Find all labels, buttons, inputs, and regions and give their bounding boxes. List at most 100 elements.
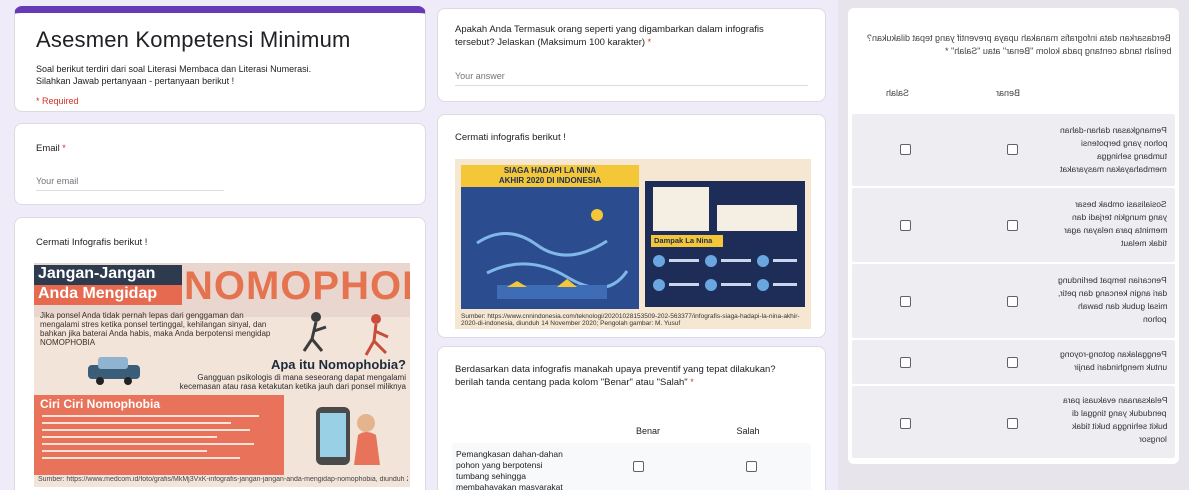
infografis-lanina-card: Cermati infografis berikut ! SIAGA HADAP… <box>437 114 826 338</box>
lanina-infographic-image: SIAGA HADAPI LA NINA AKHIR 2020 DI INDON… <box>455 159 811 329</box>
mirrored-row-4-salah-checkbox[interactable] <box>900 357 911 368</box>
preventive-grid-card: Berdasarkan data infografis manakah upay… <box>437 346 826 490</box>
mirrored-grid-row-4: Penggalakan gotong-royong untuk menghind… <box>852 340 1175 384</box>
infographic-section-heading: Apa itu Nomophobia? <box>270 357 406 372</box>
mirrored-row-4-benar-checkbox[interactable] <box>1007 357 1018 368</box>
mirrored-grid-panel: Berdasarkan data infografis manakah upay… <box>838 0 1189 490</box>
form-column-middle: Apakah Anda Termasuk orang seperti yang … <box>437 0 826 490</box>
infographic-ciri-heading: Ciri Ciri Nomophobia <box>40 397 160 411</box>
row-label-line: penduduk yang tinggal di <box>1072 408 1167 418</box>
mirrored-row-2-benar-checkbox[interactable] <box>1007 220 1018 231</box>
mirrored-grid-row-2: Sosialisasi ombak besar yang mungkin ter… <box>852 188 1175 262</box>
required-asterisk: * <box>59 143 66 153</box>
grid-row-1-salah-checkbox[interactable] <box>746 461 757 472</box>
grid-question-title: Berdasarkan data infografis manakah upay… <box>455 363 805 389</box>
grid-row-1-benar-checkbox[interactable] <box>633 461 644 472</box>
mirrored-row-1-label: Pemangkasan dahan-dahan pohon yang berpo… <box>1060 124 1167 176</box>
row-label-line: Pemangkasan dahan-dahan <box>1060 125 1167 135</box>
lanina-dampak-title: Dampak La Nina <box>654 236 713 245</box>
row-label-line: tidak melaut <box>1121 238 1167 248</box>
row-label-line: longsor <box>1139 434 1167 444</box>
mirrored-row-1-salah-checkbox[interactable] <box>900 144 911 155</box>
mirrored-grid-row-3: Pencarian tempat berlindung dari angin k… <box>852 264 1175 338</box>
mirrored-row-2-label: Sosialisasi ombak besar yang mungkin ter… <box>1064 198 1167 250</box>
email-field[interactable]: Your email <box>36 176 224 191</box>
row-label-line: membahayakan masyarakat <box>1060 164 1167 174</box>
lanina-date-box-2 <box>717 205 797 231</box>
row-label-line: pohon yang berpotensi <box>1080 138 1168 148</box>
person-question-text: Apakah Anda Termasuk orang seperti yang … <box>455 24 764 48</box>
infografis2-prompt: Cermati infografis berikut ! <box>455 132 566 143</box>
row-label-line: Penggalakan gotong-royong <box>1060 349 1167 359</box>
form-column-left: Asesmen Kompetensi Minimum Soal berikut … <box>14 0 426 490</box>
grid-row-1-label: Pemangkasan dahan-dahan pohon yang berpo… <box>456 449 563 490</box>
grid-column-salah: Salah <box>736 426 760 436</box>
nomophobia-infographic-image: Jangan-Jangan Anda Mengidap NOMOPHOBIA J… <box>34 263 410 487</box>
row-label-line: Pemangkasan dahan-dahan <box>456 449 563 459</box>
grid-row-1: Pemangkasan dahan-dahan pohon yang berpo… <box>452 443 811 490</box>
ciri-line <box>42 443 255 445</box>
grid-question-text: Berdasarkan data infografis manakah upay… <box>455 364 776 388</box>
email-question-card: Email * Your email <box>14 123 426 205</box>
lanina-impact-icons <box>653 255 797 291</box>
infographic-big-word: NOMOPHOBIA <box>184 264 410 308</box>
row-label-line: Sosialisasi ombak besar <box>1075 199 1167 209</box>
infografis-nomophobia-card: Cermati Infografis berikut ! Jangan-Jang… <box>14 217 426 490</box>
mirrored-column-benar: Benar <box>996 88 1021 98</box>
mirrored-grid-title: Berdasarkan data infografis manakah upay… <box>867 32 1171 58</box>
row-label-line: misal gubuk dan bawah <box>1077 301 1167 311</box>
mirrored-grid-row-5: Pelaksanaan evakuasi para penduduk yang … <box>852 386 1175 458</box>
mirrored-row-3-benar-checkbox[interactable] <box>1007 296 1018 307</box>
mirrored-column-salah: Salah <box>886 88 910 98</box>
lanina-headline: SIAGA HADAPI LA NINA AKHIR 2020 DI INDON… <box>461 166 639 186</box>
mirrored-row-5-benar-checkbox[interactable] <box>1007 418 1018 429</box>
form-title-card: Asesmen Kompetensi Minimum Soal berikut … <box>14 6 426 112</box>
infographic-intro-text: Jika ponsel Anda tidak pernah lepas dari… <box>40 311 271 347</box>
mirrored-row-1-benar-checkbox[interactable] <box>1007 144 1018 155</box>
ciri-line <box>42 450 208 452</box>
mirrored-row-3-salah-checkbox[interactable] <box>900 296 911 307</box>
lanina-headline-line2: AKHIR 2020 DI INDONESIA <box>498 176 602 185</box>
row-label-line: tumbang sehingga <box>1097 151 1167 161</box>
row-label-line: dari angin kencang dan petir, <box>1057 288 1167 298</box>
email-label-text: Email <box>36 143 60 154</box>
infographic-title-line1: Jangan-Jangan <box>38 265 156 282</box>
ciri-line <box>42 457 241 459</box>
row-label-line: bukit sehingga bukit tidak <box>1071 421 1167 431</box>
required-note: * Required <box>36 96 79 106</box>
infographic-ciri-list <box>42 415 278 464</box>
running-figures-illustration <box>302 312 389 356</box>
person-answer-field[interactable]: Your answer <box>455 71 808 86</box>
lanina-source: Sumber: https://www.cnnindonesia.com/tek… <box>461 313 800 327</box>
mirrored-row-2-salah-checkbox[interactable] <box>900 220 911 231</box>
mirrored-row-5-salah-checkbox[interactable] <box>900 418 911 429</box>
row-label-line: tumbang sehingga <box>456 471 526 481</box>
ciri-line <box>42 422 231 424</box>
form-description-line2: Silahkan Jawab pertanyaan - pertanyaan b… <box>36 76 235 86</box>
form-description-line1: Soal berikut terdiri dari soal Literasi … <box>36 64 312 74</box>
mirrored-title-line2: berilah tanda centang pada kolom "Benar"… <box>944 46 1171 56</box>
mirrored-grid-card: Berdasarkan data infografis manakah upay… <box>848 8 1179 464</box>
infographic-title-line2: Anda Mengidap <box>38 285 158 302</box>
required-asterisk: * <box>645 37 652 47</box>
row-label-line: untuk menghindari banjir <box>1073 362 1167 372</box>
required-asterisk: * <box>687 377 694 387</box>
row-label-line: Pelaksanaan evakuasi para <box>1062 395 1167 405</box>
ciri-line <box>42 429 250 431</box>
row-label-line: meminta para nelayan agar <box>1063 225 1167 235</box>
mirrored-row-3-label: Pencarian tempat berlindung dari angin k… <box>1058 274 1167 326</box>
lanina-map-illustration <box>476 209 629 299</box>
email-label: Email * <box>36 142 66 155</box>
row-label-line: Pencarian tempat berlindung <box>1058 275 1167 285</box>
phone-person-illustration <box>316 407 380 465</box>
mirrored-row-4-label: Penggalakan gotong-royong untuk menghind… <box>1060 348 1167 374</box>
ciri-line <box>42 415 260 417</box>
row-label-line: yang mungkin terjadi dan <box>1072 212 1167 222</box>
row-label-line: membahayakan masyarakat <box>456 482 563 490</box>
mirrored-grid-row-1: Pemangkasan dahan-dahan pohon yang berpo… <box>852 114 1175 186</box>
infografis-prompt: Cermati Infografis berikut ! <box>36 237 148 248</box>
lanina-date-box-1 <box>653 187 709 231</box>
row-label-line: pohon yang berpotensi <box>456 460 543 470</box>
infographic-source: Sumber: https://www.medcom.id/foto/grafi… <box>38 476 408 483</box>
ciri-line <box>42 436 217 438</box>
